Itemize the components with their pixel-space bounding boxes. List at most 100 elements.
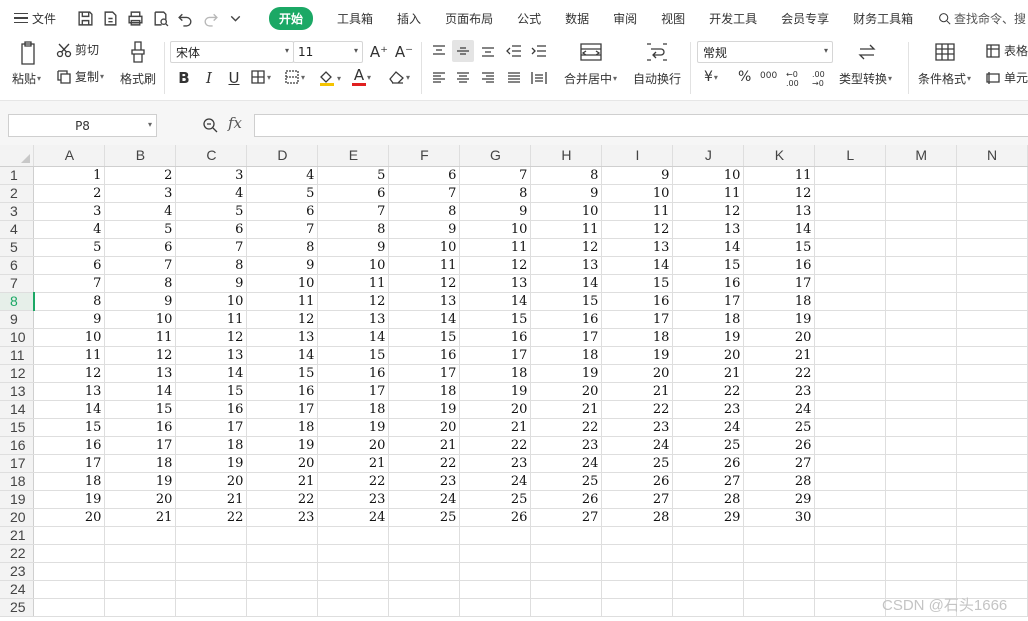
cell[interactable]: 9 bbox=[246, 256, 319, 275]
tab-developer[interactable]: 开发工具 bbox=[697, 0, 769, 36]
cell[interactable] bbox=[956, 346, 1028, 365]
cell[interactable]: 19 bbox=[743, 310, 816, 329]
cell[interactable]: 18 bbox=[672, 310, 745, 329]
cell[interactable]: 22 bbox=[530, 418, 603, 437]
command-search[interactable]: 查找命令、搜 bbox=[938, 10, 1026, 27]
cell[interactable]: 19 bbox=[601, 346, 674, 365]
cell[interactable] bbox=[530, 544, 603, 563]
percent-button[interactable]: % bbox=[738, 69, 751, 85]
name-box[interactable]: P8 ▾ bbox=[8, 114, 157, 137]
cell[interactable]: 10 bbox=[530, 202, 603, 221]
cell[interactable]: 23 bbox=[388, 472, 461, 491]
cell[interactable] bbox=[459, 544, 532, 563]
row-header[interactable]: 12 bbox=[0, 364, 35, 383]
cell[interactable] bbox=[885, 310, 958, 329]
cell[interactable] bbox=[175, 544, 248, 563]
cell[interactable]: 16 bbox=[33, 436, 106, 455]
cell[interactable]: 19 bbox=[104, 472, 177, 491]
cell[interactable]: 7 bbox=[104, 256, 177, 275]
cell[interactable]: 8 bbox=[530, 166, 603, 185]
row-header[interactable]: 13 bbox=[0, 382, 35, 401]
cell[interactable]: 24 bbox=[459, 472, 532, 491]
insert-function-button[interactable]: fx bbox=[228, 114, 242, 132]
cell[interactable]: 23 bbox=[530, 436, 603, 455]
cell[interactable]: 6 bbox=[246, 202, 319, 221]
type-convert-dropdown[interactable]: 类型转换 ▾ bbox=[839, 70, 892, 87]
column-header-k[interactable]: K bbox=[743, 145, 816, 167]
cell[interactable] bbox=[956, 202, 1028, 221]
customize-toolbar-icon[interactable] bbox=[226, 9, 245, 28]
tab-view[interactable]: 视图 bbox=[649, 0, 697, 36]
cell[interactable]: 6 bbox=[175, 220, 248, 239]
cell[interactable]: 16 bbox=[743, 256, 816, 275]
cell[interactable]: 15 bbox=[388, 328, 461, 347]
italic-button[interactable]: I bbox=[198, 67, 220, 89]
cell[interactable] bbox=[814, 310, 887, 329]
cell[interactable]: 16 bbox=[175, 400, 248, 419]
cell[interactable]: 12 bbox=[672, 202, 745, 221]
cell[interactable] bbox=[601, 598, 674, 617]
cell[interactable]: 15 bbox=[459, 310, 532, 329]
cell[interactable] bbox=[672, 544, 745, 563]
cell[interactable]: 23 bbox=[672, 400, 745, 419]
cell[interactable]: 11 bbox=[530, 220, 603, 239]
cell[interactable]: 15 bbox=[175, 382, 248, 401]
cell[interactable] bbox=[33, 544, 106, 563]
tab-member[interactable]: 会员专享 bbox=[769, 0, 841, 36]
cell[interactable]: 24 bbox=[317, 508, 390, 527]
cell[interactable] bbox=[814, 328, 887, 347]
cell[interactable] bbox=[530, 562, 603, 581]
cell[interactable] bbox=[530, 598, 603, 617]
cell[interactable]: 24 bbox=[743, 400, 816, 419]
cell[interactable] bbox=[885, 274, 958, 293]
merge-center-dropdown[interactable]: 合并居中 ▾ bbox=[564, 70, 617, 87]
cell[interactable]: 10 bbox=[104, 310, 177, 329]
cell[interactable]: 20 bbox=[317, 436, 390, 455]
cell[interactable] bbox=[956, 418, 1028, 437]
cell[interactable]: 29 bbox=[672, 508, 745, 527]
cell[interactable]: 10 bbox=[317, 256, 390, 275]
cell[interactable]: 24 bbox=[601, 436, 674, 455]
cell[interactable] bbox=[885, 238, 958, 257]
cell[interactable]: 9 bbox=[601, 166, 674, 185]
cell[interactable] bbox=[885, 400, 958, 419]
cell[interactable]: 8 bbox=[317, 220, 390, 239]
cell[interactable]: 6 bbox=[33, 256, 106, 275]
copy-button[interactable]: 复制 ▾ bbox=[56, 68, 104, 85]
cell[interactable]: 17 bbox=[743, 274, 816, 293]
cell[interactable]: 16 bbox=[317, 364, 390, 383]
borders-button[interactable]: ▾ bbox=[250, 69, 271, 85]
shrink-font-button[interactable]: A⁻ bbox=[393, 41, 415, 63]
cell[interactable]: 15 bbox=[672, 256, 745, 275]
align-top-button[interactable] bbox=[428, 40, 450, 62]
cell[interactable]: 9 bbox=[104, 292, 177, 311]
cell[interactable] bbox=[317, 544, 390, 563]
cell[interactable]: 20 bbox=[388, 418, 461, 437]
cell[interactable]: 20 bbox=[33, 508, 106, 527]
cell[interactable]: 18 bbox=[459, 364, 532, 383]
justify-button[interactable] bbox=[503, 67, 525, 89]
cell[interactable] bbox=[956, 256, 1028, 275]
cell[interactable]: 15 bbox=[530, 292, 603, 311]
export-pdf-icon[interactable] bbox=[101, 9, 120, 28]
cell[interactable] bbox=[601, 580, 674, 599]
cell[interactable] bbox=[459, 580, 532, 599]
select-all-corner[interactable] bbox=[0, 145, 35, 167]
cell[interactable]: 21 bbox=[530, 400, 603, 419]
cell[interactable]: 11 bbox=[601, 202, 674, 221]
cell[interactable] bbox=[459, 598, 532, 617]
cell[interactable]: 14 bbox=[104, 382, 177, 401]
cell[interactable]: 15 bbox=[601, 274, 674, 293]
cell[interactable] bbox=[956, 526, 1028, 545]
cell[interactable] bbox=[956, 238, 1028, 257]
cell[interactable]: 11 bbox=[388, 256, 461, 275]
column-header-m[interactable]: M bbox=[885, 145, 958, 167]
row-header[interactable]: 11 bbox=[0, 346, 35, 365]
cell[interactable]: 21 bbox=[175, 490, 248, 509]
cell[interactable]: 5 bbox=[317, 166, 390, 185]
cell[interactable]: 11 bbox=[175, 310, 248, 329]
cell[interactable]: 22 bbox=[743, 364, 816, 383]
cell[interactable]: 11 bbox=[246, 292, 319, 311]
zoom-search-icon[interactable] bbox=[202, 117, 218, 133]
cell[interactable]: 12 bbox=[388, 274, 461, 293]
